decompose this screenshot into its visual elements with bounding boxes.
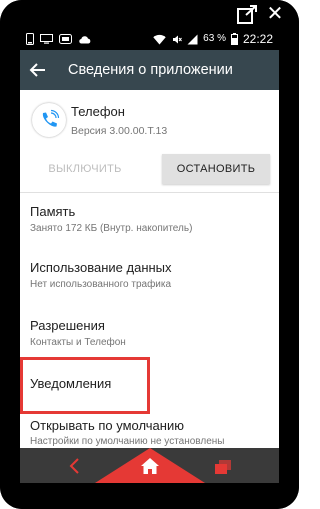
item-subtitle: Занято 172 КБ (Внутр. накопитель) [30, 223, 193, 234]
item-subtitle: Нет использованного трафика [30, 279, 172, 290]
highlight-box [20, 357, 150, 414]
wifi-icon [153, 34, 166, 44]
home-icon[interactable] [140, 457, 160, 475]
force-stop-button[interactable]: ОСТАНОВИТЬ [162, 154, 270, 184]
item-title: Разрешения [30, 318, 105, 333]
mute-icon [173, 35, 183, 43]
divider [20, 192, 279, 193]
disable-button[interactable]: ВЫКЛЮЧИТЬ [32, 154, 138, 184]
phone-frame: ✕ 63 % 22:22 Сведения о приложении Телеф… [0, 0, 299, 509]
item-subtitle: Настройки по умолчанию не установлены [30, 436, 225, 447]
app-bar: Сведения о приложении [20, 50, 279, 90]
app-version: Версия 3.00.00.T.13 [71, 125, 168, 137]
list-item-storage[interactable]: Память Занято 172 КБ (Внутр. накопитель) [20, 197, 279, 254]
viewer-top-bar: ✕ [0, 0, 299, 28]
signal-icon [187, 34, 198, 44]
phone-status-icon [26, 33, 34, 45]
list-item-data-usage[interactable]: Использование данных Нет использованного… [20, 253, 279, 310]
open-external-icon[interactable] [236, 5, 258, 25]
screen-icon [40, 34, 53, 44]
page-title: Сведения о приложении [68, 62, 233, 78]
arrow-left-icon[interactable] [26, 58, 50, 82]
battery-icon [230, 33, 238, 45]
item-title: Открывать по умолчанию [30, 418, 184, 433]
recent-apps-icon[interactable] [214, 459, 232, 475]
status-bar: 63 % 22:22 [20, 28, 279, 50]
navigation-bar [20, 448, 279, 483]
cast-icon [59, 34, 72, 44]
app-name: Телефон [71, 104, 125, 119]
cloud-icon [79, 35, 91, 43]
phone-icon [32, 103, 66, 137]
back-chevron-icon[interactable] [66, 456, 84, 476]
bottom-bezel [0, 483, 299, 509]
close-icon[interactable]: ✕ [264, 1, 286, 25]
action-buttons: ВЫКЛЮЧИТЬ ОСТАНОВИТЬ [20, 152, 279, 188]
app-header: Телефон Версия 3.00.00.T.13 [20, 90, 279, 152]
battery-percent: 63 % [203, 33, 226, 44]
item-title: Использование данных [30, 260, 172, 275]
android-screen: 63 % 22:22 Сведения о приложении Телефон… [20, 28, 279, 483]
item-title: Память [30, 204, 76, 219]
item-subtitle: Контакты и Телефон [30, 337, 126, 348]
clock: 22:22 [242, 32, 273, 46]
